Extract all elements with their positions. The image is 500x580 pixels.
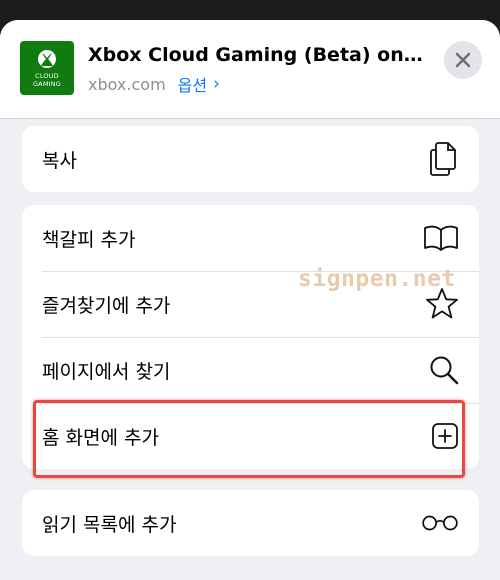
book-icon bbox=[421, 219, 459, 257]
action-label: 책갈피 추가 bbox=[42, 228, 136, 251]
action-group-main: 책갈피 추가 즐겨찾기에 추가 페이지에서 찾기 홈 화면에 추가 bbox=[22, 205, 479, 469]
action-label: 복사 bbox=[42, 149, 77, 172]
action-add-reading-list[interactable]: 읽기 목록에 추가 bbox=[22, 490, 479, 556]
page-title: Xbox Cloud Gaming (Beta) on Xb... bbox=[88, 44, 423, 66]
glasses-icon bbox=[421, 504, 459, 542]
copy-icon bbox=[421, 140, 459, 178]
action-label: 홈 화면에 추가 bbox=[42, 426, 159, 449]
action-add-bookmark[interactable]: 책갈피 추가 bbox=[22, 205, 479, 271]
close-button[interactable] bbox=[444, 41, 482, 79]
page-domain: xbox.com bbox=[88, 74, 166, 94]
page-subtitle: xbox.com 옵션 › bbox=[88, 72, 220, 96]
search-icon bbox=[421, 351, 459, 389]
options-label: 옵션 bbox=[177, 76, 208, 95]
close-icon bbox=[455, 52, 471, 68]
action-add-to-home-screen[interactable]: 홈 화면에 추가 bbox=[22, 403, 479, 469]
action-find-in-page[interactable]: 페이지에서 찾기 bbox=[22, 337, 479, 403]
watermark-text: signpen.net bbox=[298, 266, 456, 292]
share-sheet: CLOUD GAMING Xbox Cloud Gaming (Beta) on … bbox=[0, 20, 500, 580]
action-label: 즐겨찾기에 추가 bbox=[42, 294, 171, 317]
xbox-app-icon: CLOUD GAMING bbox=[20, 41, 74, 95]
app-icon-caption: CLOUD GAMING bbox=[32, 71, 62, 88]
action-label: 페이지에서 찾기 bbox=[42, 360, 171, 383]
share-header: CLOUD GAMING Xbox Cloud Gaming (Beta) on … bbox=[0, 20, 500, 119]
action-group-reading: 읽기 목록에 추가 bbox=[22, 490, 479, 556]
options-link[interactable]: 옵션 › bbox=[178, 72, 220, 96]
action-copy[interactable]: 복사 bbox=[22, 126, 479, 192]
action-group-copy: 복사 bbox=[22, 126, 479, 192]
add-square-icon bbox=[421, 417, 459, 455]
chevron-right-icon: › bbox=[213, 74, 220, 94]
action-label: 읽기 목록에 추가 bbox=[42, 513, 177, 536]
xbox-logo-icon bbox=[38, 49, 56, 68]
